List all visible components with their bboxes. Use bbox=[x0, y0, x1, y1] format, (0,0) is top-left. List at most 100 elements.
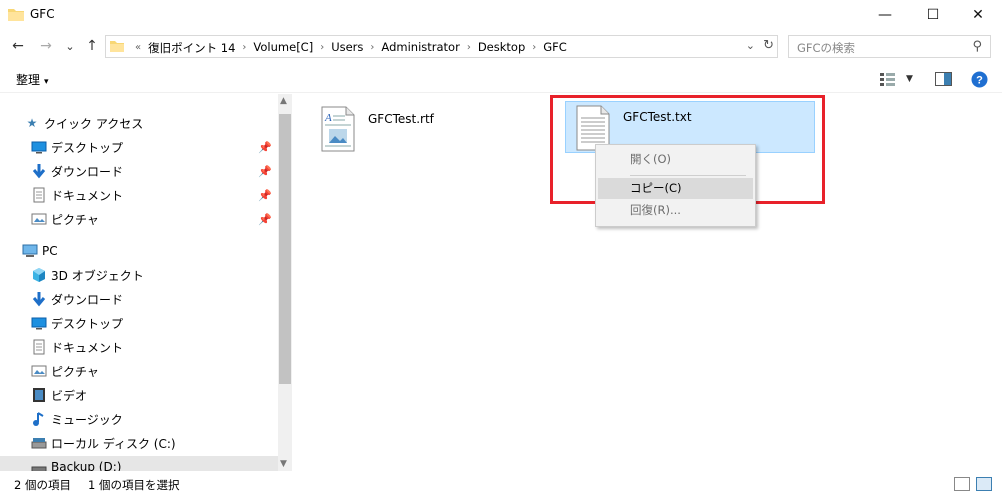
selected-count: 1 個の項目を選択 bbox=[88, 478, 180, 492]
minimize-button[interactable]: — bbox=[862, 0, 908, 30]
sidebar-item-downloads[interactable]: ダウンロード 📌 bbox=[0, 160, 278, 182]
picture-icon bbox=[31, 213, 47, 225]
organize-button[interactable]: 整理 ▾ bbox=[16, 71, 49, 88]
sidebar-item-desktop[interactable]: デスクトップ 📌 bbox=[0, 136, 278, 158]
sidebar-item-backup-d[interactable]: Backup (D:) bbox=[0, 456, 278, 471]
desktop-icon bbox=[31, 141, 47, 154]
status-bar: 2 個の項目 1 個の項目を選択 bbox=[0, 474, 1002, 495]
file-name: GFCTest.rtf bbox=[368, 112, 434, 126]
sidebar-item-label: デスクトップ bbox=[51, 316, 124, 331]
window-title: GFC bbox=[30, 7, 55, 21]
sidebar-item-label: デスクトップ bbox=[51, 140, 124, 155]
search-icon[interactable]: ⚲ bbox=[972, 39, 982, 54]
download-icon bbox=[32, 164, 46, 179]
music-icon bbox=[33, 412, 44, 426]
breadcrumb-overflow[interactable]: « bbox=[130, 40, 146, 56]
pin-icon[interactable]: 📌 bbox=[258, 189, 272, 202]
pin-icon[interactable]: 📌 bbox=[258, 213, 272, 226]
breadcrumb-item[interactable]: Users bbox=[329, 40, 365, 56]
sidebar-item-label: PC bbox=[42, 244, 58, 258]
close-button[interactable]: ✕ bbox=[955, 0, 1001, 30]
menu-separator bbox=[630, 175, 746, 176]
title-bar: GFC — ☐ ✕ bbox=[0, 0, 1002, 30]
menu-item-restore[interactable]: 回復(R)... bbox=[598, 200, 753, 221]
breadcrumb: « 復旧ポイント 14 › Volume[C] › Users › Admini… bbox=[130, 40, 569, 56]
command-bar: 整理 ▾ ▼ ? bbox=[0, 66, 1002, 92]
sidebar-item-label: ダウンロード bbox=[51, 164, 124, 179]
sidebar-item-label: ドキュメント bbox=[51, 340, 124, 355]
sidebar-item-label: ダウンロード bbox=[51, 292, 124, 307]
sidebar-item-label: ビデオ bbox=[51, 388, 88, 403]
breadcrumb-item[interactable]: Desktop bbox=[476, 40, 527, 56]
view-options-icon[interactable] bbox=[880, 72, 896, 86]
sidebar-item-music[interactable]: ミュージック bbox=[0, 408, 278, 430]
pc-icon bbox=[22, 244, 38, 257]
breadcrumb-separator[interactable]: › bbox=[237, 40, 251, 56]
cube-icon bbox=[33, 268, 45, 282]
scrollbar-thumb[interactable] bbox=[279, 114, 291, 384]
sidebar-item-label: ピクチャ bbox=[51, 212, 99, 227]
folder-icon bbox=[110, 41, 124, 52]
scroll-down-icon[interactable]: ▼ bbox=[280, 459, 287, 469]
sidebar-item-quick-access[interactable]: ★ クイック アクセス bbox=[0, 112, 278, 134]
menu-item-copy[interactable]: コピー(C) bbox=[598, 178, 753, 199]
help-icon[interactable]: ? bbox=[971, 71, 988, 88]
sidebar-item-downloads-pc[interactable]: ダウンロード bbox=[0, 288, 278, 310]
document-icon bbox=[33, 187, 45, 203]
sidebar-scrollbar[interactable]: ▲ ▼ bbox=[278, 94, 292, 471]
sidebar-item-label: ミュージック bbox=[51, 412, 123, 427]
breadcrumb-item[interactable]: GFC bbox=[541, 40, 569, 56]
sidebar-item-label: クイック アクセス bbox=[44, 116, 144, 131]
breadcrumb-separator[interactable]: › bbox=[365, 40, 379, 56]
search-input[interactable]: GFCの検索 ⚲ bbox=[788, 35, 991, 58]
breadcrumb-item[interactable]: Volume[C] bbox=[251, 40, 315, 56]
breadcrumb-item[interactable]: 復旧ポイント 14 bbox=[146, 40, 237, 56]
svg-text:A: A bbox=[324, 112, 332, 124]
address-dropdown-icon[interactable]: ⌄ bbox=[746, 39, 755, 52]
scroll-up-icon[interactable]: ▲ bbox=[280, 96, 287, 106]
breadcrumb-separator[interactable]: › bbox=[315, 40, 329, 56]
file-item[interactable]: A GFCTest.rtf bbox=[320, 106, 500, 154]
address-bar[interactable]: « 復旧ポイント 14 › Volume[C] › Users › Admini… bbox=[105, 35, 778, 58]
context-menu: 開く(O) コピー(C) 回復(R)... bbox=[595, 144, 756, 227]
up-button[interactable]: ↑ bbox=[81, 36, 103, 56]
sidebar-item-label: ローカル ディスク (C:) bbox=[51, 436, 176, 451]
desktop-icon bbox=[31, 317, 47, 330]
sidebar-item-pc[interactable]: PC bbox=[0, 240, 278, 262]
search-placeholder: GFCの検索 bbox=[797, 41, 856, 55]
organize-label: 整理 bbox=[16, 73, 41, 87]
sidebar-item-desktop-pc[interactable]: デスクトップ bbox=[0, 312, 278, 334]
sidebar-item-documents[interactable]: ドキュメント 📌 bbox=[0, 184, 278, 206]
back-button[interactable]: ← bbox=[7, 36, 29, 56]
sidebar-item-documents-pc[interactable]: ドキュメント bbox=[0, 336, 278, 358]
drive-icon bbox=[31, 466, 47, 471]
maximize-button[interactable]: ☐ bbox=[910, 0, 956, 30]
sidebar-item-3d-objects[interactable]: 3D オブジェクト bbox=[0, 264, 278, 286]
menu-item-open[interactable]: 開く(O) bbox=[598, 149, 753, 170]
details-view-icon[interactable] bbox=[954, 477, 970, 491]
forward-button[interactable]: → bbox=[35, 36, 57, 56]
navigation-pane: ★ クイック アクセス デスクトップ 📌 ダウンロード 📌 ドキュメント 📌 ピ… bbox=[0, 94, 278, 471]
breadcrumb-separator[interactable]: › bbox=[527, 40, 541, 56]
sidebar-item-label: ドキュメント bbox=[51, 188, 124, 203]
refresh-icon[interactable]: ↻ bbox=[763, 38, 774, 53]
pin-icon[interactable]: 📌 bbox=[258, 141, 272, 154]
recent-locations-button[interactable]: ⌄ bbox=[59, 36, 81, 56]
sidebar-item-pictures[interactable]: ピクチャ 📌 bbox=[0, 208, 278, 230]
sidebar-item-pictures-pc[interactable]: ピクチャ bbox=[0, 360, 278, 382]
document-icon bbox=[33, 339, 45, 355]
sidebar-item-label: Backup (D:) bbox=[51, 460, 122, 471]
breadcrumb-separator[interactable]: › bbox=[462, 40, 476, 56]
drive-icon bbox=[31, 438, 47, 449]
sidebar-item-label: ピクチャ bbox=[51, 364, 99, 379]
pin-icon[interactable]: 📌 bbox=[258, 165, 272, 178]
address-row: ← → ⌄ ↑ « 復旧ポイント 14 › Volume[C] › Users … bbox=[0, 33, 1002, 59]
view-dropdown-icon[interactable]: ▼ bbox=[906, 74, 913, 84]
sidebar-item-local-disk-c[interactable]: ローカル ディスク (C:) bbox=[0, 432, 278, 454]
item-count: 2 個の項目 bbox=[14, 478, 71, 492]
large-icons-view-icon[interactable] bbox=[976, 477, 992, 491]
sidebar-item-videos[interactable]: ビデオ bbox=[0, 384, 278, 406]
breadcrumb-item[interactable]: Administrator bbox=[379, 40, 461, 56]
view-toggle bbox=[954, 477, 992, 491]
preview-pane-icon[interactable] bbox=[935, 72, 952, 86]
